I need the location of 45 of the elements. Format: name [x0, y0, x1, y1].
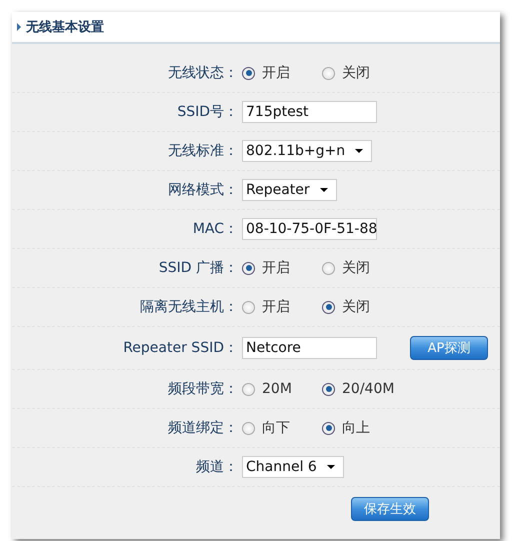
dropdown-value: Repeater	[246, 182, 310, 198]
triangle-icon	[17, 23, 21, 31]
radio-button[interactable]	[322, 300, 335, 314]
option-label: 开启	[262, 259, 290, 277]
field-label: MAC：	[192, 220, 238, 238]
field-label: 隔离无线主机：	[139, 298, 238, 316]
radio-button[interactable]	[242, 300, 255, 314]
field-label: 无线状态：	[167, 64, 238, 82]
radio-button[interactable]	[322, 382, 335, 396]
radio-button[interactable]	[322, 422, 335, 434]
field-label: 网络模式：	[167, 181, 238, 199]
radio-button[interactable]	[242, 382, 255, 396]
dropdown[interactable]: Repeater	[242, 179, 337, 201]
field-label: SSID号：	[176, 103, 238, 121]
dropdown-value: 802.11b+g+n	[246, 143, 346, 159]
dropdown[interactable]: 802.11b+g+n	[242, 140, 372, 162]
caret-icon	[320, 188, 328, 192]
radio-button[interactable]	[242, 262, 255, 274]
input-field[interactable]: 08-10-75-0F-51-88	[242, 218, 377, 240]
option-label: 关闭	[342, 64, 370, 82]
field-label: Repeater SSID：	[122, 339, 238, 357]
option-label: 20M	[262, 381, 292, 397]
caret-icon	[355, 149, 364, 153]
option-label: 向上	[342, 419, 370, 437]
field-label: 频道：	[195, 458, 238, 476]
field-label: 频段带宽：	[167, 380, 238, 398]
dropdown-value: Channel 6	[246, 459, 317, 475]
radio-button[interactable]	[242, 422, 255, 434]
field-label: 无线标准：	[167, 142, 238, 160]
radio-button[interactable]	[322, 262, 335, 274]
radio-button[interactable]	[242, 66, 255, 80]
option-label: 关闭	[342, 259, 370, 277]
dropdown[interactable]: Channel 6	[242, 456, 344, 478]
field-label: SSID 广播：	[158, 259, 238, 277]
option-label: 开启	[262, 64, 290, 82]
radio-button[interactable]	[322, 66, 335, 80]
option-label: 开启	[262, 298, 290, 316]
input-field[interactable]: 715ptest	[242, 101, 377, 123]
input-field[interactable]: Netcore	[242, 337, 377, 359]
caret-icon	[326, 465, 335, 469]
option-label: 向下	[262, 419, 290, 437]
field-label: 频道绑定：	[167, 419, 238, 437]
section-title: 无线基本设置	[26, 19, 104, 36]
option-label: 关闭	[342, 298, 370, 316]
option-label: 20/40M	[342, 381, 394, 397]
